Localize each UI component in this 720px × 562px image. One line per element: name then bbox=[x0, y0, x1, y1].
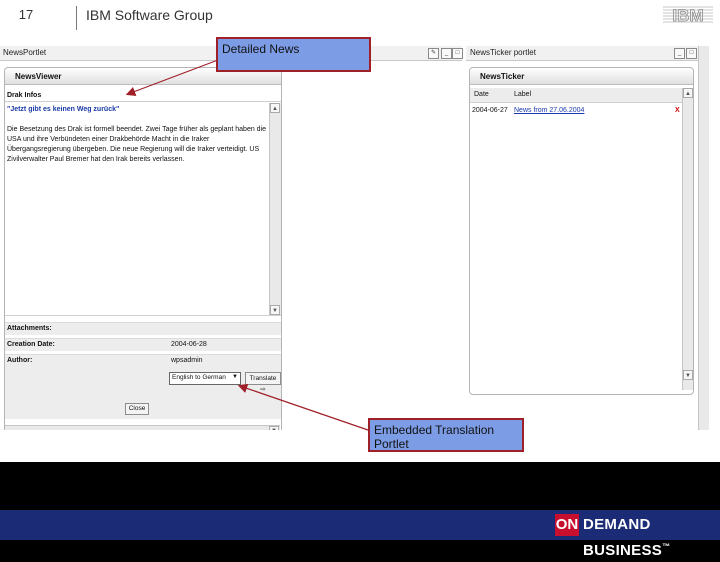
callout-detailed-news: Detailed News bbox=[216, 37, 371, 72]
callout-detailed-news-text: Detailed News bbox=[222, 42, 300, 56]
on-demand-logo-text: DEMAND BUSINESS™ bbox=[583, 514, 720, 562]
callout-translation-text: Embedded Translation Portlet bbox=[374, 423, 495, 451]
arrow-to-translate bbox=[237, 383, 369, 431]
callout-translation-portlet: Embedded Translation Portlet bbox=[368, 418, 524, 452]
on-demand-logo-on: ON bbox=[555, 514, 579, 536]
trademark: ™ bbox=[662, 542, 671, 551]
arrow-to-news-viewer bbox=[125, 59, 219, 96]
on-demand-logo-words: DEMAND BUSINESS bbox=[583, 516, 663, 559]
callout-arrows bbox=[125, 59, 369, 431]
